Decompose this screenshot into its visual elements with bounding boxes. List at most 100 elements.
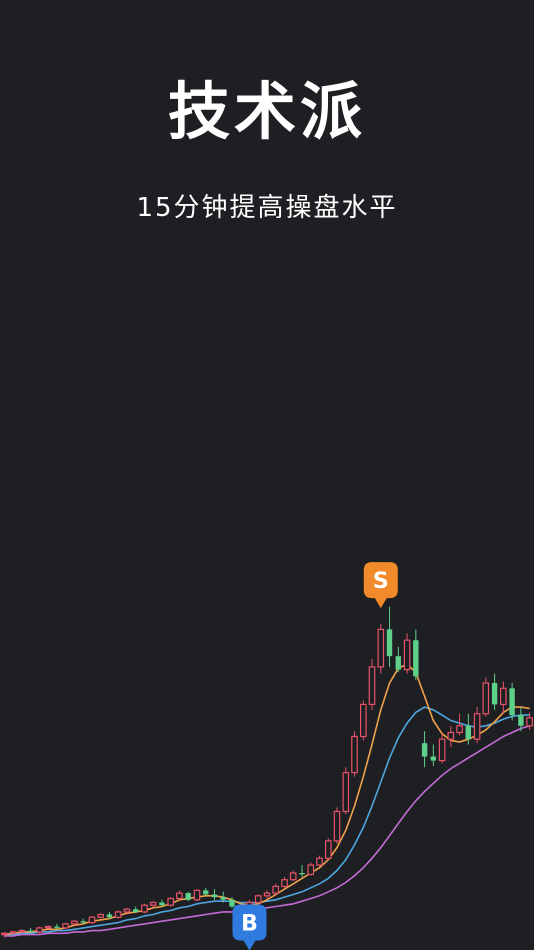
candles bbox=[1, 606, 533, 938]
candle-body bbox=[482, 682, 490, 715]
candle bbox=[360, 700, 367, 741]
candle-body bbox=[386, 629, 393, 657]
candle-body bbox=[185, 893, 191, 900]
candle-body bbox=[465, 725, 471, 740]
candle-body bbox=[44, 926, 52, 929]
candle-body bbox=[97, 913, 105, 918]
candle-body bbox=[27, 930, 34, 932]
candle bbox=[123, 907, 131, 914]
candle-body bbox=[342, 772, 350, 813]
candle-body bbox=[333, 810, 341, 842]
candle bbox=[114, 910, 122, 919]
candle-body bbox=[9, 931, 17, 934]
buy-marker: B bbox=[232, 904, 267, 950]
candle-body bbox=[54, 926, 60, 928]
candle bbox=[403, 633, 411, 674]
candle bbox=[289, 870, 297, 882]
candle-body bbox=[149, 901, 157, 906]
candle bbox=[254, 894, 262, 904]
candle-body bbox=[254, 895, 262, 904]
candle bbox=[430, 744, 436, 766]
candle bbox=[263, 890, 271, 899]
candle-body bbox=[360, 703, 367, 738]
candle-body bbox=[1, 932, 8, 936]
sell-marker-label: S bbox=[373, 569, 389, 594]
candle bbox=[272, 883, 280, 895]
candle-body bbox=[438, 738, 446, 762]
candle bbox=[333, 807, 341, 844]
candle bbox=[141, 903, 148, 914]
candle bbox=[193, 889, 201, 902]
candle bbox=[447, 725, 455, 748]
candle-body bbox=[456, 725, 463, 734]
candle bbox=[62, 922, 69, 930]
candle bbox=[395, 646, 401, 673]
candle bbox=[491, 673, 498, 710]
candle-body bbox=[263, 892, 271, 897]
candle-body bbox=[71, 920, 78, 925]
candle-body bbox=[88, 916, 96, 924]
candle bbox=[500, 681, 507, 714]
candle-body bbox=[133, 909, 139, 912]
candle-body bbox=[289, 872, 297, 881]
candle-body bbox=[518, 715, 524, 726]
candle bbox=[368, 658, 376, 710]
candle-body bbox=[159, 902, 165, 906]
candle bbox=[377, 624, 385, 674]
candle-body bbox=[106, 914, 113, 918]
candle bbox=[509, 682, 515, 721]
candle-body bbox=[447, 731, 455, 740]
candle bbox=[325, 838, 332, 860]
candle bbox=[316, 855, 323, 867]
ma-purple-line bbox=[4, 725, 530, 937]
candle-body bbox=[430, 756, 436, 761]
candle-body bbox=[80, 921, 86, 923]
candle-body bbox=[176, 892, 183, 900]
candle-body bbox=[299, 873, 305, 875]
candle-body bbox=[123, 908, 131, 913]
candle-body bbox=[281, 879, 288, 888]
app-title: 技术派 bbox=[167, 75, 366, 148]
candle-body bbox=[229, 899, 235, 907]
candle-body bbox=[395, 656, 401, 670]
candle bbox=[438, 733, 446, 764]
candle-body bbox=[211, 894, 218, 898]
candle bbox=[421, 731, 428, 768]
candle bbox=[473, 707, 481, 744]
candle-body bbox=[403, 639, 411, 671]
candle-body bbox=[167, 897, 175, 906]
candle bbox=[211, 889, 218, 900]
candle bbox=[413, 629, 419, 681]
candle bbox=[203, 887, 209, 896]
candle-body bbox=[421, 743, 428, 757]
app-subtitle: 15分钟提高操盘水平 bbox=[136, 193, 398, 223]
buy-marker-label: B bbox=[241, 912, 258, 937]
candle-body bbox=[368, 666, 376, 705]
candle bbox=[281, 877, 288, 888]
candle bbox=[176, 890, 183, 900]
candlestick-chart: BS bbox=[1, 562, 533, 950]
candle-body bbox=[141, 904, 148, 913]
candle-body bbox=[272, 885, 280, 894]
candle bbox=[342, 767, 350, 815]
candle bbox=[97, 913, 105, 919]
candle bbox=[36, 926, 43, 934]
candle bbox=[386, 606, 393, 667]
candle bbox=[351, 731, 358, 777]
candle bbox=[27, 927, 34, 932]
candle bbox=[307, 862, 315, 876]
candle-body bbox=[114, 911, 122, 918]
candle-body bbox=[413, 640, 419, 677]
candle-body bbox=[307, 864, 315, 875]
candle-body bbox=[325, 840, 332, 859]
candle-body bbox=[351, 735, 358, 774]
sell-marker: S bbox=[363, 562, 398, 609]
candle-body bbox=[500, 687, 507, 706]
candle bbox=[482, 677, 490, 717]
candle-body bbox=[377, 628, 385, 668]
candle-body bbox=[316, 857, 323, 866]
candle-body bbox=[36, 927, 43, 933]
candle-body bbox=[18, 930, 26, 933]
candle-body bbox=[509, 688, 515, 716]
candle-body bbox=[62, 923, 69, 929]
